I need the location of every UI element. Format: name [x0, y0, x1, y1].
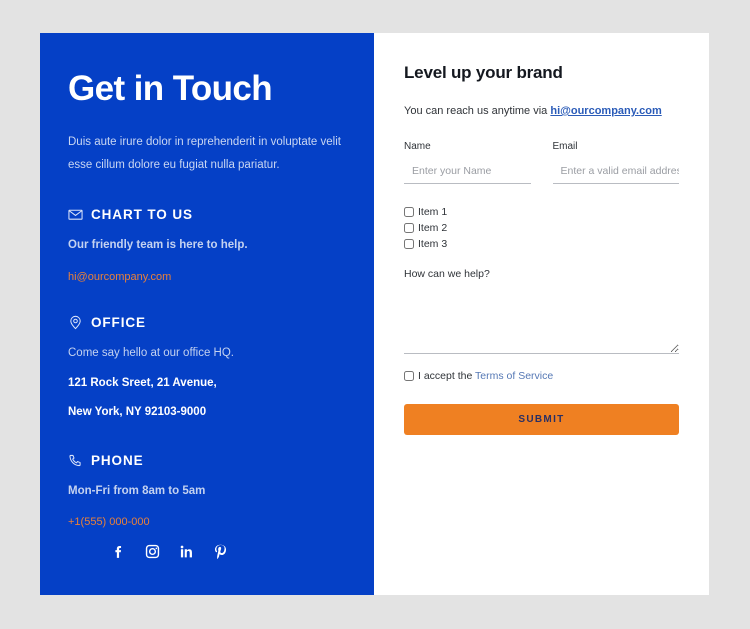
submit-button[interactable]: SUBMIT — [404, 404, 679, 435]
chart-to-us-description: Our friendly team is here to help. — [68, 239, 248, 252]
form-title: Level up your brand — [404, 63, 563, 82]
intro-paragraph: Duis aute irure dolor in reprehenderit i… — [68, 136, 341, 172]
email-link-form[interactable]: hi@ourcompany.com — [550, 105, 661, 117]
contact-form-panel: Level up your brand You can reach us any… — [374, 33, 709, 595]
checkbox-row-item-3[interactable]: Item 3 — [404, 238, 679, 250]
pinterest-icon[interactable] — [210, 541, 230, 561]
facebook-icon[interactable] — [108, 541, 128, 561]
section-title-text: CHART TO US — [91, 207, 193, 223]
section-heading-office: OFFICE — [68, 315, 346, 330]
checkbox-label-item-1: Item 1 — [418, 206, 448, 218]
section-heading-chart-to-us: CHART TO US — [68, 207, 346, 222]
office-address-line-1: 121 Rock Sreet, 21 Avenue, — [68, 377, 217, 390]
phone-link[interactable]: +1(555) 000-000 — [68, 516, 150, 528]
checkbox-label-item-2: Item 2 — [418, 222, 448, 234]
reach-us-text: You can reach us anytime via — [404, 105, 551, 117]
name-email-row: Name Email — [404, 141, 679, 184]
page-title: Get in Touch — [68, 69, 273, 108]
social-links — [108, 541, 230, 561]
accept-terms-text: I accept the Terms of Service — [418, 370, 553, 382]
message-textarea[interactable] — [404, 286, 679, 354]
terms-of-service-link[interactable]: Terms of Service — [475, 370, 553, 382]
contact-page: Get in Touch Duis aute irure dolor in re… — [0, 0, 750, 629]
accept-terms-row[interactable]: I accept the Terms of Service — [404, 370, 679, 382]
email-field-group: Email — [552, 141, 679, 184]
section-title-text: OFFICE — [91, 314, 146, 330]
office-address-line-2: New York, NY 92103-9000 — [68, 406, 207, 419]
linkedin-icon[interactable] — [176, 541, 196, 561]
message-label: How can we help? — [404, 268, 490, 280]
checkbox-item-1[interactable] — [404, 207, 414, 217]
accept-terms-prefix: I accept the — [418, 370, 476, 382]
item-checkbox-list: Item 1 Item 2 Item 3 — [404, 206, 679, 250]
office-description: Come say hello at our office HQ. — [68, 346, 234, 359]
phone-description: Mon-Fri from 8am to 5am — [68, 484, 206, 497]
checkbox-item-2[interactable] — [404, 223, 414, 233]
accept-terms-checkbox[interactable] — [404, 371, 414, 381]
checkbox-label-item-3: Item 3 — [418, 238, 448, 250]
checkbox-row-item-1[interactable]: Item 1 — [404, 206, 679, 218]
email-label: Email — [552, 141, 578, 152]
phone-icon — [68, 453, 83, 468]
checkbox-item-3[interactable] — [404, 239, 414, 249]
email-link-left[interactable]: hi@ourcompany.com — [68, 271, 171, 283]
contact-info-panel: Get in Touch Duis aute irure dolor in re… — [40, 33, 374, 595]
reach-us-line: You can reach us anytime via hi@ourcompa… — [404, 105, 679, 117]
map-pin-icon — [68, 315, 83, 330]
name-label: Name — [404, 141, 431, 152]
name-input[interactable] — [404, 165, 531, 184]
checkbox-row-item-2[interactable]: Item 2 — [404, 222, 679, 234]
section-title-text: PHONE — [91, 452, 144, 468]
instagram-icon[interactable] — [142, 541, 162, 561]
email-input[interactable] — [552, 165, 679, 184]
section-heading-phone: PHONE — [68, 453, 346, 468]
envelope-icon — [68, 207, 83, 222]
name-field-group: Name — [404, 141, 531, 184]
